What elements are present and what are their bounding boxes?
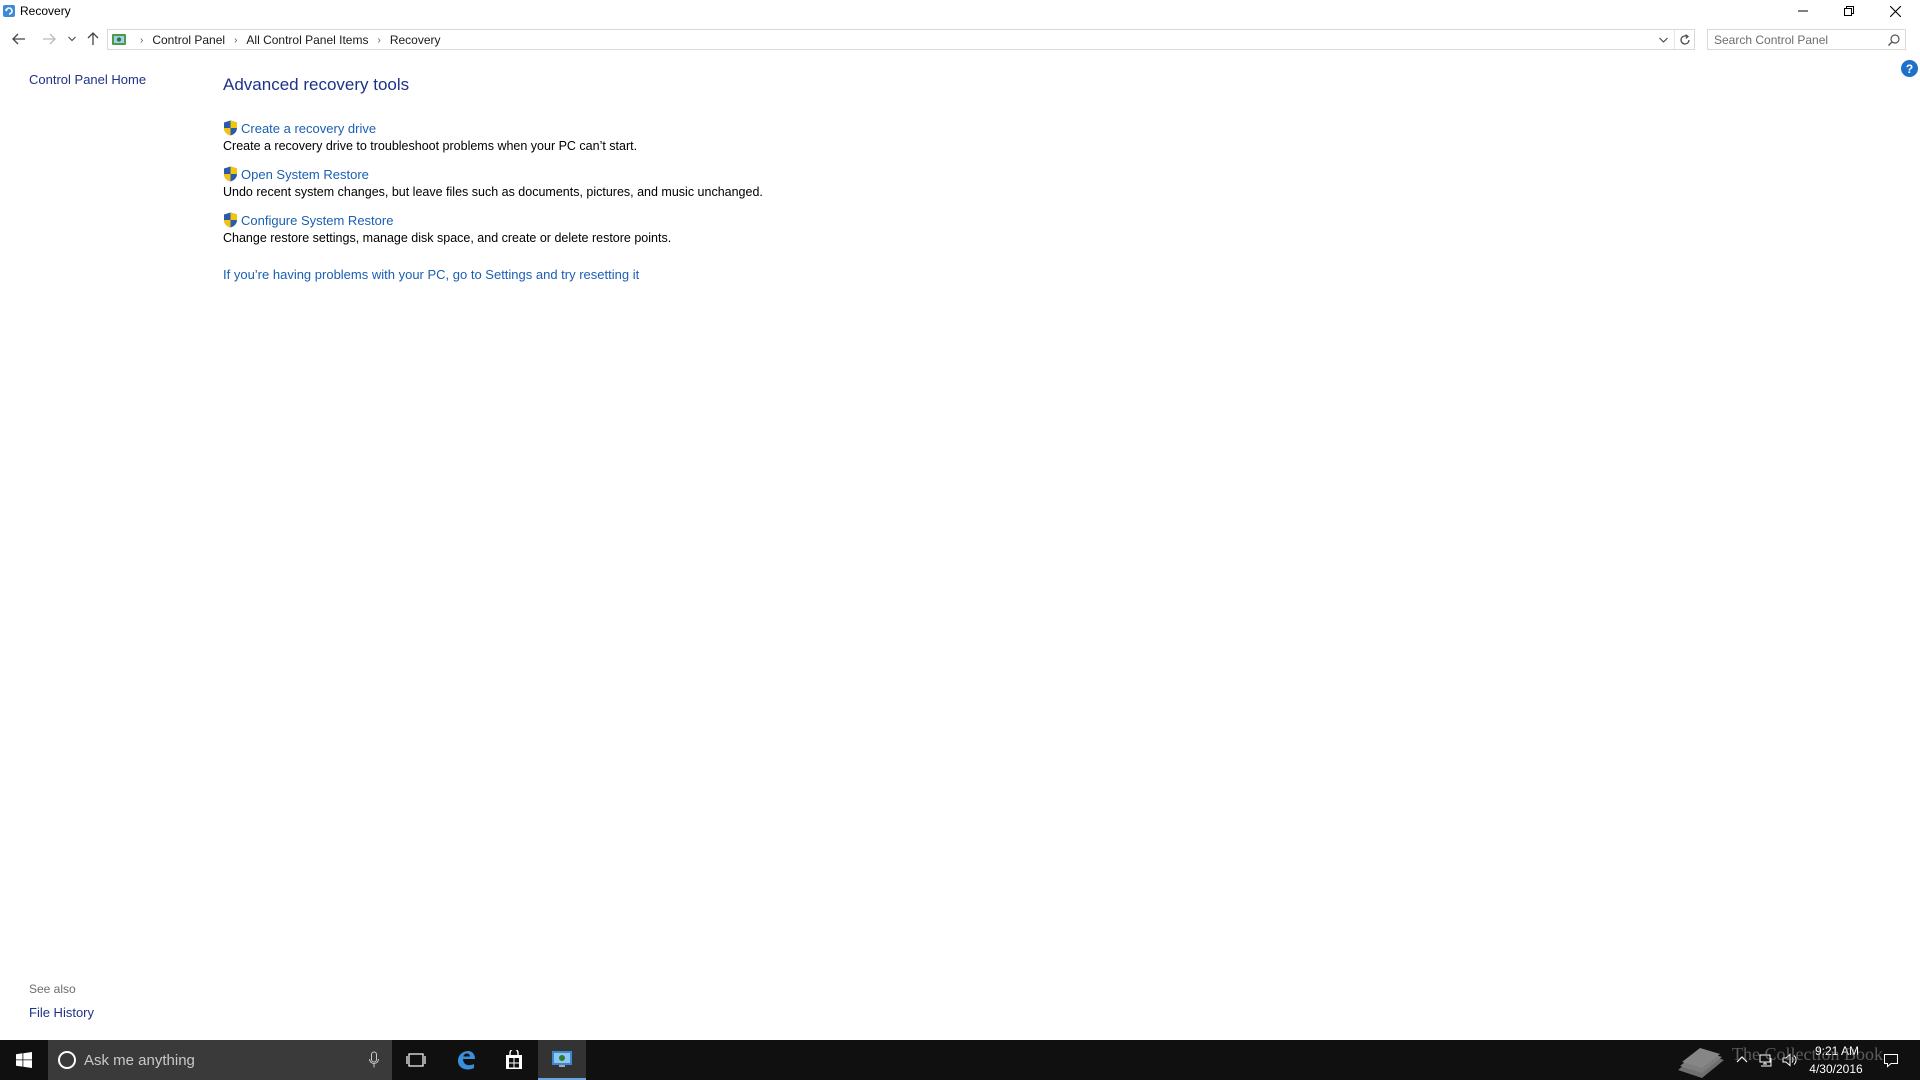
minimize-button[interactable] [1780,0,1826,22]
taskbar: Ask me anything 9:21 AM 4/30/2016 [0,1040,1920,1080]
breadcrumb-recovery[interactable]: Recovery [390,33,441,47]
microphone-icon[interactable] [368,1051,380,1069]
search-control-panel-input[interactable]: Search Control Panel [1707,29,1906,50]
store-taskbar-button[interactable] [490,1040,538,1080]
cortana-search-box[interactable]: Ask me anything [48,1040,392,1080]
tool-configure-system-restore: Configure System Restore Change restore … [223,212,671,245]
task-view-button[interactable] [392,1040,440,1080]
open-system-restore-link[interactable]: Open System Restore [241,167,369,182]
control-panel-icon [112,34,126,45]
minimize-icon [1798,10,1808,12]
arrow-up-icon [87,32,99,45]
recovery-app-icon [3,5,15,17]
forward-button[interactable] [38,29,60,49]
edge-icon [458,1051,475,1070]
window-title: Recovery [20,4,71,18]
breadcrumb-separator-icon[interactable]: › [377,35,380,46]
cortana-icon [58,1051,76,1069]
close-icon [1889,5,1901,17]
tool-create-recovery-drive: Create a recovery drive Create a recover… [223,120,637,153]
cortana-search-placeholder: Ask me anything [84,1052,195,1069]
uac-shield-icon [224,166,237,182]
tool-description: Create a recovery drive to troubleshoot … [223,139,638,153]
navigation-bar: › Control Panel › All Control Panel Item… [0,27,1920,51]
file-history-link[interactable]: File History [29,1005,94,1020]
restore-button[interactable] [1826,0,1872,22]
breadcrumb-separator-icon[interactable]: › [140,35,143,46]
breadcrumb-separator-icon[interactable]: › [234,35,237,46]
control-panel-home-link[interactable]: Control Panel Home [29,72,146,87]
refresh-icon [1679,33,1690,45]
chevron-down-icon [68,36,76,42]
page-title: Advanced recovery tools [223,75,410,94]
up-button[interactable] [82,29,104,49]
edge-taskbar-button[interactable] [442,1040,490,1080]
uac-shield-icon [224,120,237,136]
refresh-button[interactable] [1674,30,1694,49]
configure-system-restore-link[interactable]: Configure System Restore [241,213,393,228]
arrow-left-icon [12,33,25,45]
left-pane: Control Panel Home See also File History [0,60,210,1040]
address-bar[interactable]: › Control Panel › All Control Panel Item… [107,29,1695,50]
breadcrumb-control-panel[interactable]: Control Panel [152,33,225,47]
tool-open-system-restore: Open System Restore Undo recent system c… [223,166,763,199]
control-panel-icon [552,1051,572,1067]
search-placeholder: Search Control Panel [1714,33,1829,47]
arrow-right-icon [43,33,56,45]
chevron-down-icon [1658,37,1668,43]
address-history-dropdown[interactable] [1654,31,1672,49]
main-content: Advanced recovery tools Create a recover… [223,75,1723,282]
tool-description: Change restore settings, manage disk spa… [223,231,672,245]
windows-start-icon [16,1052,32,1068]
tool-description: Undo recent system changes, but leave fi… [223,185,763,199]
start-button[interactable] [0,1040,48,1080]
question-mark-icon: ? [1905,61,1914,76]
breadcrumb: › Control Panel › All Control Panel Item… [131,33,441,47]
breadcrumb-all-items[interactable]: All Control Panel Items [246,33,368,47]
recent-locations-button[interactable] [62,29,82,49]
control-panel-taskbar-button[interactable] [538,1040,586,1080]
search-icon[interactable] [1887,33,1901,47]
watermark: The Collection Book [1670,1040,1910,1080]
restore-icon [1844,6,1854,16]
reset-pc-settings-link[interactable]: If you’re having problems with your PC, … [223,267,639,282]
create-recovery-drive-link[interactable]: Create a recovery drive [241,121,376,136]
task-view-icon [406,1053,426,1067]
back-button[interactable] [8,29,30,49]
title-bar: Recovery [0,0,1920,22]
book-logo-icon [1678,1048,1724,1078]
see-also-heading: See also [29,982,76,996]
uac-shield-icon [224,212,237,228]
help-button[interactable]: ? [1901,60,1918,77]
close-button[interactable] [1872,0,1918,22]
watermark-text: The Collection Book [1732,1044,1883,1064]
store-icon [506,1050,522,1069]
